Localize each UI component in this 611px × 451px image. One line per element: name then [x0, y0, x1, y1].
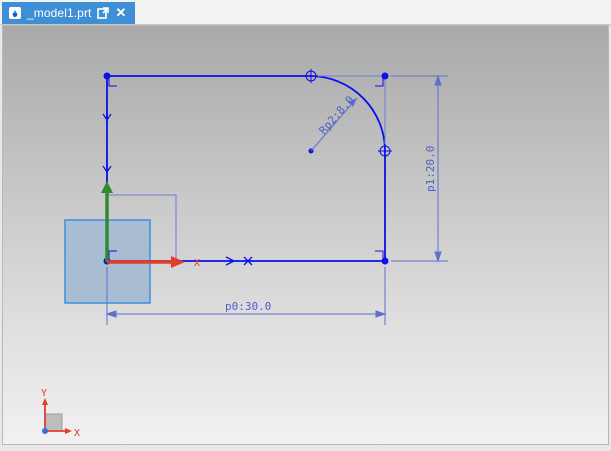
tangent-markers: [304, 69, 392, 158]
document-tab-title: _model1.prt: [27, 6, 92, 20]
height-dimension[interactable]: [391, 74, 448, 263]
radius-dimension-label[interactable]: Rp2:8.0: [316, 93, 356, 137]
sketch-arc[interactable]: [310, 75, 386, 152]
popout-window-icon[interactable]: [97, 7, 110, 19]
triad-y-label: Y: [41, 388, 47, 399]
height-dimension-label[interactable]: p1:20.0: [424, 146, 437, 192]
view-triad[interactable]: Y X: [41, 388, 80, 439]
document-tab-bar: _model1.prt ✕: [0, 0, 611, 25]
triad-cube: [44, 413, 63, 432]
close-icon[interactable]: ✕: [115, 6, 126, 19]
part-file-icon: [9, 7, 21, 19]
graphics-viewport[interactable]: Rp2:8.0 p1:20.0 p0:30.0 X Y X: [2, 25, 609, 445]
width-dimension-label[interactable]: p0:30.0: [225, 300, 271, 313]
sketch-x-axis-label: X: [194, 258, 200, 269]
construction-corner: [311, 75, 386, 151]
sketch-canvas[interactable]: Rp2:8.0 p1:20.0 p0:30.0 X Y X: [3, 26, 610, 446]
triad-x-label: X: [74, 428, 80, 439]
radius-dimension[interactable]: Rp2:8.0: [310, 93, 358, 152]
document-tab[interactable]: _model1.prt ✕: [2, 2, 135, 24]
